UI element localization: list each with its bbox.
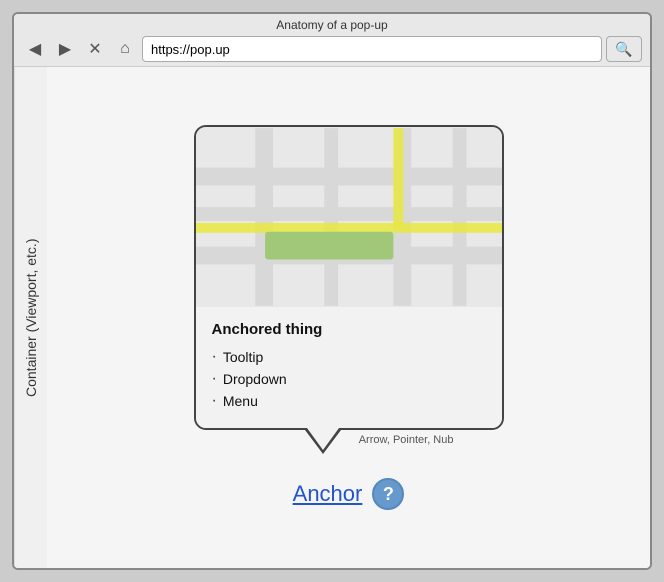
close-button[interactable]: ✕ [82, 36, 108, 62]
search-button[interactable]: 🔍 [606, 36, 642, 62]
page-title: Anatomy of a pop-up [276, 18, 387, 32]
help-icon[interactable]: ? [372, 478, 404, 510]
map-svg [196, 127, 502, 307]
browser-window: Anatomy of a pop-up ◀ ▶ ✕ ⌂ 🔍 Container … [12, 12, 652, 570]
popup-container: Anchored thing · Tooltip · Dropdown [194, 125, 504, 454]
bullet-icon: · [212, 392, 217, 410]
arrow-label: Arrow, Pointer, Nub [359, 434, 454, 446]
popup-content: Anchored thing · Tooltip · Dropdown [196, 307, 502, 428]
bullet-icon: · [212, 370, 217, 388]
sidebar-label: Container (Viewport, etc.) [14, 67, 47, 568]
list-item-menu: · Menu [212, 390, 486, 412]
anchor-link[interactable]: Anchor [293, 481, 363, 507]
back-button[interactable]: ◀ [22, 36, 48, 62]
title-bar: Anatomy of a pop-up ◀ ▶ ✕ ⌂ 🔍 [14, 14, 650, 67]
browser-content: Container (Viewport, etc.) [14, 67, 650, 568]
home-button[interactable]: ⌂ [112, 36, 138, 62]
list-item-dropdown: · Dropdown [212, 368, 486, 390]
popup-arrow [305, 430, 341, 454]
anchor-row: Anchor ? [293, 478, 405, 510]
popup-box: Anchored thing · Tooltip · Dropdown [194, 125, 504, 430]
list-item-tooltip: · Tooltip [212, 346, 486, 368]
forward-button[interactable]: ▶ [52, 36, 78, 62]
anchored-list: · Tooltip · Dropdown · Menu [212, 346, 486, 412]
map-area [196, 127, 502, 307]
anchored-title: Anchored thing [212, 321, 486, 338]
list-item-label: Menu [223, 393, 258, 409]
list-item-label: Tooltip [223, 349, 263, 365]
nav-bar: ◀ ▶ ✕ ⌂ 🔍 [22, 36, 642, 62]
address-bar[interactable] [142, 36, 602, 62]
bullet-icon: · [212, 348, 217, 366]
list-item-label: Dropdown [223, 371, 287, 387]
main-area: Anchored thing · Tooltip · Dropdown [47, 67, 650, 568]
